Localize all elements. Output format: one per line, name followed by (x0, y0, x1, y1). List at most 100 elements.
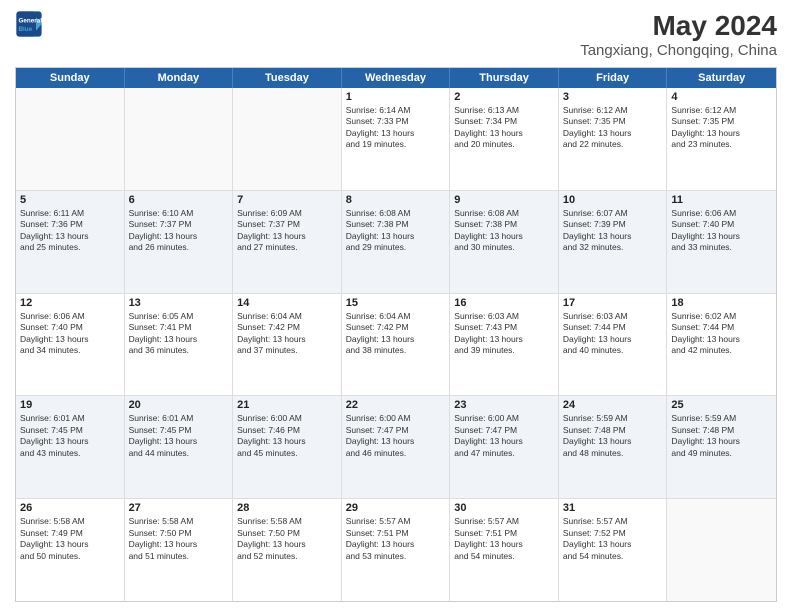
cell-info: Sunrise: 6:03 AMSunset: 7:44 PMDaylight:… (563, 311, 663, 357)
title-block: May 2024 Tangxiang, Chongqing, China (580, 10, 777, 59)
calendar-cell: 12 Sunrise: 6:06 AMSunset: 7:40 PMDayligh… (16, 294, 125, 396)
cell-info: Sunrise: 6:13 AMSunset: 7:34 PMDaylight:… (454, 105, 554, 151)
day-number: 4 (671, 91, 772, 103)
day-number: 31 (563, 502, 663, 514)
day-number: 13 (129, 297, 229, 309)
day-number: 6 (129, 194, 229, 206)
cell-info: Sunrise: 6:00 AMSunset: 7:46 PMDaylight:… (237, 413, 337, 459)
cell-info: Sunrise: 6:08 AMSunset: 7:38 PMDaylight:… (346, 208, 446, 254)
calendar-cell (667, 499, 776, 601)
calendar-cell: 22Sunrise: 6:00 AMSunset: 7:47 PMDayligh… (342, 396, 451, 498)
day-number: 18 (671, 297, 772, 309)
weekday-header: Saturday (667, 68, 776, 88)
calendar-cell: 7 Sunrise: 6:09 AMSunset: 7:37 PMDaylight… (233, 191, 342, 293)
cell-info: Sunrise: 6:02 AMSunset: 7:44 PMDaylight:… (671, 311, 772, 357)
cell-info: Sunrise: 6:00 AMSunset: 7:47 PMDaylight:… (346, 413, 446, 459)
calendar-cell: 3Sunrise: 6:12 AMSunset: 7:35 PMDaylight… (559, 88, 668, 190)
calendar-cell: 9Sunrise: 6:08 AMSunset: 7:38 PMDaylight… (450, 191, 559, 293)
weekday-header: Tuesday (233, 68, 342, 88)
day-number: 17 (563, 297, 663, 309)
calendar-cell: 4Sunrise: 6:12 AMSunset: 7:35 PMDaylight… (667, 88, 776, 190)
cell-info: Sunrise: 6:04 AMSunset: 7:42 PMDaylight:… (237, 311, 337, 357)
cell-info: Sunrise: 6:06 AMSunset: 7:40 PMDaylight:… (20, 311, 120, 357)
logo: General Blue (15, 10, 43, 38)
day-number: 8 (346, 194, 446, 206)
calendar-cell: 1Sunrise: 6:14 AMSunset: 7:33 PMDaylight… (342, 88, 451, 190)
day-number: 27 (129, 502, 229, 514)
cell-info: Sunrise: 6:09 AMSunset: 7:37 PMDaylight:… (237, 208, 337, 254)
calendar-cell: 11Sunrise: 6:06 AMSunset: 7:40 PMDayligh… (667, 191, 776, 293)
day-number: 5 (20, 194, 120, 206)
day-number: 15 (346, 297, 446, 309)
calendar-cell: 2 Sunrise: 6:13 AMSunset: 7:34 PMDaylight… (450, 88, 559, 190)
day-number: 20 (129, 399, 229, 411)
cell-info: Sunrise: 5:59 AMSunset: 7:48 PMDaylight:… (671, 413, 772, 459)
calendar-cell: 16 Sunrise: 6:03 AMSunset: 7:43 PMDayligh… (450, 294, 559, 396)
day-number: 9 (454, 194, 554, 206)
calendar-cell: 27Sunrise: 5:58 AMSunset: 7:50 PMDayligh… (125, 499, 234, 601)
cell-info: Sunrise: 6:10 AMSunset: 7:37 PMDaylight:… (129, 208, 229, 254)
day-number: 29 (346, 502, 446, 514)
day-number: 28 (237, 502, 337, 514)
weekday-header: Wednesday (342, 68, 451, 88)
calendar-row: 12 Sunrise: 6:06 AMSunset: 7:40 PMDayligh… (16, 294, 776, 397)
calendar-cell: 5Sunrise: 6:11 AMSunset: 7:36 PMDaylight… (16, 191, 125, 293)
day-number: 30 (454, 502, 554, 514)
day-number: 12 (20, 297, 120, 309)
calendar-cell: 24Sunrise: 5:59 AMSunset: 7:48 PMDayligh… (559, 396, 668, 498)
calendar-cell: 31 Sunrise: 5:57 AMSunset: 7:52 PMDayligh… (559, 499, 668, 601)
calendar-cell: 18 Sunrise: 6:02 AMSunset: 7:44 PMDayligh… (667, 294, 776, 396)
svg-text:General: General (19, 18, 43, 25)
cell-info: Sunrise: 6:05 AMSunset: 7:41 PMDaylight:… (129, 311, 229, 357)
weekday-header: Monday (125, 68, 234, 88)
day-number: 24 (563, 399, 663, 411)
calendar: SundayMondayTuesdayWednesdayThursdayFrid… (15, 67, 777, 602)
calendar-body: 1Sunrise: 6:14 AMSunset: 7:33 PMDaylight… (16, 88, 776, 601)
subtitle: Tangxiang, Chongqing, China (580, 42, 777, 59)
calendar-cell: 10 Sunrise: 6:07 AMSunset: 7:39 PMDayligh… (559, 191, 668, 293)
day-number: 16 (454, 297, 554, 309)
day-number: 7 (237, 194, 337, 206)
calendar-cell: 19Sunrise: 6:01 AMSunset: 7:45 PMDayligh… (16, 396, 125, 498)
day-number: 2 (454, 91, 554, 103)
weekday-header: Friday (559, 68, 668, 88)
calendar-cell: 6 Sunrise: 6:10 AMSunset: 7:37 PMDaylight… (125, 191, 234, 293)
day-number: 11 (671, 194, 772, 206)
calendar-row: 5Sunrise: 6:11 AMSunset: 7:36 PMDaylight… (16, 191, 776, 294)
calendar-cell: 15 Sunrise: 6:04 AMSunset: 7:42 PMDayligh… (342, 294, 451, 396)
day-number: 23 (454, 399, 554, 411)
day-number: 10 (563, 194, 663, 206)
cell-info: Sunrise: 6:03 AMSunset: 7:43 PMDaylight:… (454, 311, 554, 357)
cell-info: Sunrise: 6:04 AMSunset: 7:42 PMDaylight:… (346, 311, 446, 357)
page: General Blue May 2024 Tangxiang, Chongqi… (0, 0, 792, 612)
day-number: 26 (20, 502, 120, 514)
calendar-cell: 25 Sunrise: 5:59 AMSunset: 7:48 PMDayligh… (667, 396, 776, 498)
calendar-row: 26 Sunrise: 5:58 AMSunset: 7:49 PMDayligh… (16, 499, 776, 601)
cell-info: Sunrise: 5:58 AMSunset: 7:50 PMDaylight:… (237, 516, 337, 562)
calendar-cell: 14 Sunrise: 6:04 AMSunset: 7:42 PMDayligh… (233, 294, 342, 396)
cell-info: Sunrise: 5:57 AMSunset: 7:52 PMDaylight:… (563, 516, 663, 562)
day-number: 25 (671, 399, 772, 411)
calendar-cell (125, 88, 234, 190)
calendar-row: 19Sunrise: 6:01 AMSunset: 7:45 PMDayligh… (16, 396, 776, 499)
cell-info: Sunrise: 6:01 AMSunset: 7:45 PMDaylight:… (129, 413, 229, 459)
cell-info: Sunrise: 6:12 AMSunset: 7:35 PMDaylight:… (563, 105, 663, 151)
cell-info: Sunrise: 6:07 AMSunset: 7:39 PMDaylight:… (563, 208, 663, 254)
calendar-cell (16, 88, 125, 190)
header: General Blue May 2024 Tangxiang, Chongqi… (15, 10, 777, 59)
main-title: May 2024 (580, 10, 777, 42)
cell-info: Sunrise: 5:58 AMSunset: 7:49 PMDaylight:… (20, 516, 120, 562)
day-number: 21 (237, 399, 337, 411)
calendar-cell: 26 Sunrise: 5:58 AMSunset: 7:49 PMDayligh… (16, 499, 125, 601)
calendar-cell: 20 Sunrise: 6:01 AMSunset: 7:45 PMDayligh… (125, 396, 234, 498)
day-number: 1 (346, 91, 446, 103)
weekday-header: Sunday (16, 68, 125, 88)
calendar-cell: 8 Sunrise: 6:08 AMSunset: 7:38 PMDaylight… (342, 191, 451, 293)
calendar-cell (233, 88, 342, 190)
logo-icon: General Blue (15, 10, 43, 38)
svg-text:Blue: Blue (19, 26, 33, 33)
cell-info: Sunrise: 6:00 AMSunset: 7:47 PMDaylight:… (454, 413, 554, 459)
calendar-cell: 13 Sunrise: 6:05 AMSunset: 7:41 PMDayligh… (125, 294, 234, 396)
calendar-cell: 17 Sunrise: 6:03 AMSunset: 7:44 PMDayligh… (559, 294, 668, 396)
day-number: 14 (237, 297, 337, 309)
